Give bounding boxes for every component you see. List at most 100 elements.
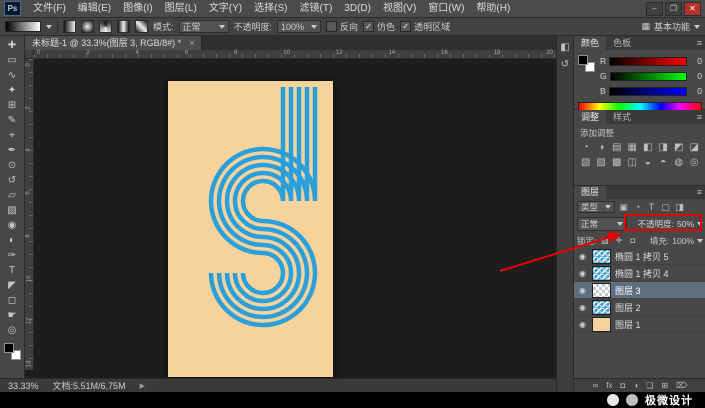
tool-zoom-icon[interactable]: ◎ — [1, 323, 23, 338]
zoom-level[interactable]: 33.33% — [8, 381, 39, 391]
visibility-eye-icon[interactable]: ◉ — [577, 320, 588, 329]
layer-thumbnail[interactable] — [592, 265, 611, 281]
gradient-picker-caret-icon[interactable] — [46, 24, 52, 29]
radial-gradient-icon[interactable] — [81, 20, 94, 33]
tab-close-icon[interactable]: × — [189, 36, 194, 50]
tool-move-icon[interactable]: ✚ — [1, 38, 23, 53]
layer-thumbnail[interactable] — [592, 248, 611, 264]
mode-dropdown[interactable]: 正常 — [178, 20, 229, 33]
adjustment-icon[interactable]: ▨ — [594, 157, 610, 168]
adjustment-icon[interactable]: ▩ — [609, 157, 625, 168]
link-layers-icon[interactable]: ∞ — [593, 381, 599, 390]
lock-all-icon[interactable]: ◘ — [627, 236, 638, 245]
layer-style-icon[interactable]: fx — [606, 381, 612, 390]
workspace-switcher[interactable]: ▦ 基本功能 — [641, 20, 700, 33]
tool-gradient-icon[interactable]: ▨ — [1, 203, 23, 218]
adjustment-icon[interactable]: ◎ — [687, 157, 703, 168]
layer-row-selected[interactable]: ◉ 图层 3 — [574, 282, 705, 299]
blend-mode-dropdown[interactable]: 正常 — [577, 217, 627, 231]
menu-view[interactable]: 视图(V) — [377, 0, 422, 17]
tool-path-select-icon[interactable]: ◤ — [1, 278, 23, 293]
tool-eraser-icon[interactable]: ▱ — [1, 188, 23, 203]
adjustment-icon[interactable]: ◑ — [594, 142, 610, 153]
reverse-checkbox[interactable]: 反向 — [326, 20, 358, 33]
menu-edit[interactable]: 编辑(E) — [72, 0, 117, 17]
layer-name[interactable]: 图层 1 — [615, 318, 641, 331]
tool-shape-icon[interactable]: ◻ — [1, 293, 23, 308]
opacity-dropdown[interactable]: 100% — [277, 20, 322, 33]
adjustment-icon[interactable]: ◓ — [656, 157, 672, 168]
minimize-button[interactable]: – — [646, 1, 663, 16]
layer-name[interactable]: 椭圆 1 拷贝 4 — [615, 267, 669, 280]
adjustment-icon[interactable]: ◒ — [640, 157, 656, 168]
history-panel-icon[interactable]: ↺ — [561, 59, 569, 70]
transparency-checkbox[interactable]: ✓ 透明区域 — [400, 20, 450, 33]
menu-3d[interactable]: 3D(D) — [338, 0, 377, 17]
menu-image[interactable]: 图像(I) — [117, 0, 158, 17]
layer-row[interactable]: ◉ 图层 1 — [574, 316, 705, 333]
layer-row[interactable]: ◉ 椭圆 1 拷贝 5 — [574, 248, 705, 265]
tool-clone-stamp-icon[interactable]: ⊙ — [1, 158, 23, 173]
tab-swatches[interactable]: 色板 — [606, 36, 638, 50]
layer-fill-caret-icon[interactable] — [697, 238, 703, 243]
panel-menu-icon[interactable]: ≡ — [693, 110, 705, 124]
menu-help[interactable]: 帮助(H) — [470, 0, 516, 17]
visibility-eye-icon[interactable]: ◉ — [577, 303, 588, 312]
menu-file[interactable]: 文件(F) — [27, 0, 72, 17]
filter-type-icon[interactable]: T — [646, 202, 657, 212]
green-value[interactable]: 0 — [690, 71, 702, 81]
layer-fill-control[interactable]: 填充: 100% — [650, 235, 703, 247]
new-adjustment-icon[interactable]: ◑ — [633, 381, 638, 390]
tab-styles[interactable]: 样式 — [606, 110, 638, 124]
new-layer-icon[interactable]: ⊞ — [661, 381, 668, 390]
tool-eyedropper-icon[interactable]: ✎ — [1, 113, 23, 128]
delete-layer-icon[interactable]: ⌦ — [676, 381, 687, 390]
menu-filter[interactable]: 滤镜(T) — [294, 0, 339, 17]
document-tab[interactable]: 未标题-1 @ 33.3%(图层 3, RGB/8#) * × — [25, 36, 203, 50]
dither-checkbox[interactable]: ✓ 仿色 — [363, 20, 395, 33]
filter-shape-icon[interactable]: ▢ — [660, 202, 671, 213]
maximize-button[interactable]: ❐ — [665, 1, 682, 16]
red-slider[interactable] — [609, 56, 687, 66]
tool-marquee-icon[interactable]: ▭ — [1, 53, 23, 68]
menu-window[interactable]: 窗口(W) — [422, 0, 470, 17]
linear-gradient-icon[interactable] — [63, 20, 76, 33]
lock-transparent-icon[interactable]: ▨ — [599, 236, 610, 245]
layer-name[interactable]: 图层 2 — [615, 301, 641, 314]
layer-thumbnail[interactable] — [592, 299, 611, 315]
adjustment-icon[interactable]: ▧ — [578, 157, 594, 168]
layer-row[interactable]: ◉ 图层 2 — [574, 299, 705, 316]
adjustment-icon[interactable]: ◧ — [640, 142, 656, 153]
tool-hand-icon[interactable]: ☛ — [1, 308, 23, 323]
adjustment-icon[interactable]: ◩ — [671, 142, 687, 153]
tab-layers[interactable]: 图层 — [574, 186, 607, 199]
lock-position-icon[interactable]: ✛ — [613, 236, 624, 245]
tool-history-brush-icon[interactable]: ↺ — [1, 173, 23, 188]
filter-adjustment-icon[interactable]: ◔ — [632, 202, 643, 212]
close-button[interactable]: ✕ — [684, 1, 701, 16]
tool-quick-select-icon[interactable]: ✦ — [1, 83, 23, 98]
panel-menu-icon[interactable]: ≡ — [693, 186, 705, 199]
adjustment-icon[interactable]: ◪ — [687, 142, 703, 153]
foreground-color-swatch[interactable] — [3, 343, 14, 353]
layer-name[interactable]: 图层 3 — [615, 284, 641, 297]
tab-adjustments[interactable]: 调整 — [574, 110, 607, 124]
color-swatches[interactable] — [3, 343, 21, 360]
properties-panel-icon[interactable]: ◧ — [560, 42, 569, 53]
adjustment-icon[interactable]: ◔ — [578, 142, 594, 153]
layer-opacity-value[interactable]: 50% — [677, 219, 694, 229]
tool-type-icon[interactable]: T — [1, 263, 23, 278]
blue-value[interactable]: 0 — [690, 86, 702, 96]
adjustment-icon[interactable]: ◫ — [625, 157, 641, 168]
layer-fill-value[interactable]: 100% — [672, 236, 694, 246]
panel-foreground-swatch[interactable] — [578, 55, 588, 65]
green-slider[interactable] — [609, 71, 687, 81]
status-options-caret-icon[interactable]: ▶ — [140, 382, 145, 390]
blue-slider[interactable] — [608, 86, 687, 96]
diamond-gradient-icon[interactable] — [135, 20, 148, 33]
layer-opacity-caret-icon[interactable] — [697, 222, 703, 226]
menu-layer[interactable]: 图层(L) — [159, 0, 203, 17]
panel-menu-icon[interactable]: ≡ — [693, 36, 705, 50]
filter-smart-object-icon[interactable]: ◨ — [674, 202, 685, 213]
tool-brush-icon[interactable]: ✒ — [1, 143, 23, 158]
